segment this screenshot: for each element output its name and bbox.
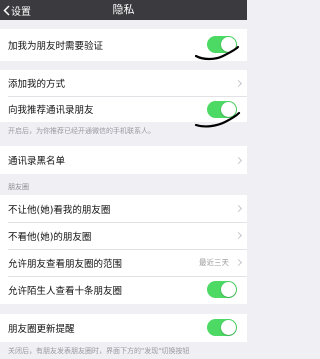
navigation-bar: 设置 隐私 [0,0,247,20]
chevron-right-icon [234,204,243,213]
moments-section-header: 朋友圈 [8,183,29,191]
chevron-right-icon [234,258,243,267]
update-reminder-toggle[interactable] [207,319,237,336]
moments-group: 不让他(她)看我的朋友圈 不看他(她)的朋友圈 允许朋友查看朋友圈的范围 最近三… [0,195,247,304]
blacklist-group: 通讯录黑名单 [0,146,247,174]
hide-theirs-row[interactable]: 不看他(她)的朋友圈 [0,222,247,249]
page-title: 隐私 [112,3,135,16]
chevron-right-icon [234,231,243,240]
block-them-label: 不让他(她)看我的朋友圈 [8,204,111,216]
update-reminder-group: 朋友圈更新提醒 [0,314,247,342]
add-methods-label: 添加我的方式 [8,79,66,90]
view-range-value: 最近三天 [199,258,229,267]
chevron-right-icon [234,156,243,164]
update-reminder-row: 朋友圈更新提醒 [0,314,247,342]
verify-label: 加我为朋友时需要验证 [8,41,104,52]
add-methods-row[interactable]: 添加我的方式 [0,70,247,96]
stranger-view-label: 允许陌生人查看十条朋友圈 [8,286,123,297]
block-them-row[interactable]: 不让他(她)看我的朋友圈 [0,195,247,222]
blacklist-row[interactable]: 通讯录黑名单 [0,146,247,174]
recommend-label: 向我推荐通讯录朋友 [8,105,94,116]
stranger-view-row: 允许陌生人查看十条朋友圈 [0,276,247,304]
chevron-right-icon [234,79,243,87]
toggle-knob [221,320,236,335]
annotation-scribble [194,111,241,128]
update-reminder-note: 关闭后，有朋友发表朋友圈时，界面下方的"发现"切换按钮 [8,347,190,355]
blacklist-label: 通讯录黑名单 [8,156,66,167]
view-range-row[interactable]: 允许朋友查看朋友圈的范围 最近三天 [0,249,247,276]
hide-theirs-label: 不看他(她)的朋友圈 [8,231,92,243]
update-reminder-label: 朋友圈更新提醒 [8,324,75,335]
view-range-label: 允许朋友查看朋友圈的范围 [8,258,123,270]
stranger-view-toggle[interactable] [207,281,237,298]
toggle-knob [221,282,236,297]
annotation-scribble [194,45,240,61]
